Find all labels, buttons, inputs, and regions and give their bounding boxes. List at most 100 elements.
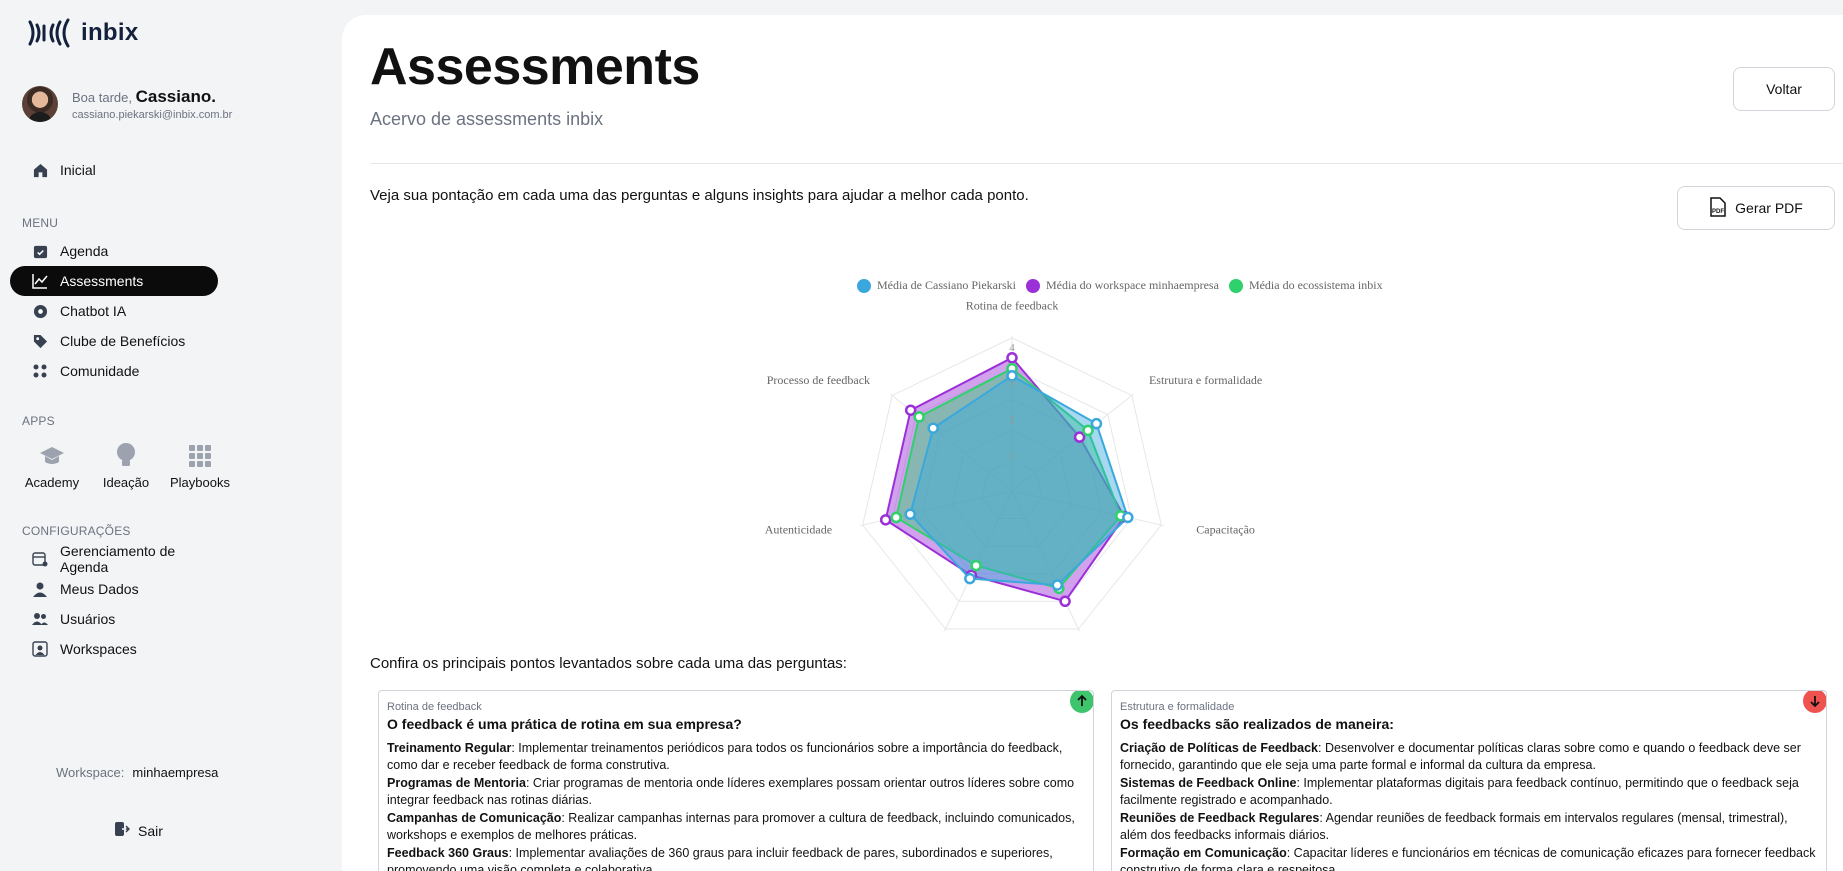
logout-button[interactable]: Sair: [114, 821, 163, 840]
page-title: Assessments: [370, 38, 700, 96]
lightbulb-icon: [113, 443, 139, 469]
menu-section-label: MENU: [22, 216, 59, 230]
card-item: Criação de Políticas de Feedback: Desenv…: [1120, 741, 1801, 772]
sidebar-item-assessments[interactable]: Assessments: [10, 266, 218, 296]
card-item: Campanhas de Comunicação: Realizar campa…: [387, 811, 1075, 842]
main-content: Assessments Acervo de assessments inbix …: [342, 15, 1843, 871]
sidebar-item-inicial[interactable]: Inicial: [10, 155, 218, 185]
radar-point: [1006, 352, 1018, 364]
card-item: Programas de Mentoria: Criar programas d…: [387, 776, 1075, 807]
radar-tick-label: 4: [1009, 342, 1015, 354]
sidebar-item-clube[interactable]: Clube de Benefícios: [10, 326, 218, 356]
points-title: Confira os principais pontos levantados …: [370, 655, 847, 672]
sidebar-item-label: Assessments: [60, 273, 144, 289]
radar-point: [1122, 511, 1134, 524]
insight-card-estrutura: Estrutura e formalidade Os feedbacks são…: [1111, 690, 1827, 871]
pdf-icon: PDF: [1709, 196, 1727, 220]
app-name: inbix: [81, 19, 139, 46]
generate-pdf-label: Gerar PDF: [1735, 200, 1803, 216]
workspace-icon: [32, 641, 48, 657]
sidebar-item-label: Workspaces: [60, 641, 137, 657]
card-item: Feedback 360 Graus: Implementar avaliaçõ…: [387, 846, 1053, 871]
sidebar-item-gerenciamento-agenda[interactable]: Gerenciamento de Agenda: [10, 543, 218, 575]
radar-point: [1082, 424, 1094, 437]
sidebar-item-label: Comunidade: [60, 363, 140, 379]
greeting: Boa tarde, Cassiano.: [72, 87, 216, 106]
radar-point: [904, 404, 917, 416]
sidebar-item-workspaces[interactable]: Workspaces: [10, 634, 218, 664]
user-icon: [32, 581, 48, 597]
radar-category-label: Processo de feedback: [767, 373, 870, 387]
radar-category-label: Capacitação: [1196, 523, 1255, 537]
workspace-label: Workspace:: [56, 765, 125, 780]
trend-up-icon: [1070, 691, 1093, 713]
app-playbooks[interactable]: Playbooks: [170, 443, 230, 490]
app-label: Academy: [24, 475, 80, 490]
logo-mark-icon: [28, 18, 70, 48]
sidebar-item-label: Gerenciamento de Agenda: [60, 543, 176, 575]
sidebar-item-label: Usuários: [60, 611, 116, 627]
avatar: [22, 86, 58, 122]
sidebar-item-label: Clube de Benefícios: [60, 333, 186, 349]
grid-icon: [187, 443, 213, 469]
card-question: O feedback é uma prática de rotina em su…: [387, 716, 742, 732]
radar-point: [1051, 579, 1064, 591]
radar-tick-label: 2: [1009, 414, 1015, 426]
user-email: cassiano.piekarski@inbix.com.br: [72, 109, 233, 121]
radar-point: [890, 511, 902, 524]
card-question: Os feedbacks são realizados de maneira:: [1120, 716, 1394, 732]
apps-section-label: APPS: [22, 414, 55, 428]
workspace-value: minhaempresa: [132, 765, 219, 780]
user-profile[interactable]: Boa tarde, Cassiano. cassiano.piekarski@…: [22, 86, 232, 122]
radar-tick-label: 1: [1009, 450, 1015, 462]
sidebar-item-meus-dados[interactable]: Meus Dados: [10, 574, 218, 604]
community-icon: [32, 363, 48, 379]
app-academy[interactable]: Academy: [22, 443, 82, 490]
radar-chart: 1 2 3 4 Rotina de feedback Estrutura e formal…: [765, 298, 1262, 632]
logout-label: Sair: [138, 822, 163, 839]
card-item: Reuniões de Feedback Regulares: Agendar …: [1120, 811, 1788, 842]
sidebar-item-agenda[interactable]: Agenda: [10, 236, 218, 266]
chat-icon: [32, 303, 48, 319]
app-logo[interactable]: inbix: [27, 18, 139, 48]
radar-point: [964, 572, 976, 585]
radar-point: [913, 411, 925, 423]
app-ideacao[interactable]: Ideação: [96, 443, 156, 490]
sidebar-item-comunidade[interactable]: Comunidade: [10, 356, 218, 386]
radar-point: [879, 514, 892, 526]
radar-tick-label: 3: [1009, 378, 1015, 390]
back-button[interactable]: Voltar: [1733, 67, 1835, 111]
card-item: Sistemas de Feedback Online: Implementar…: [1120, 776, 1799, 807]
sidebar-item-chatbot[interactable]: Chatbot IA: [10, 296, 218, 326]
sidebar: inbix Boa tarde, Cassiano. cassiano.piek…: [0, 0, 342, 871]
app-label: Playbooks: [170, 475, 230, 490]
generate-pdf-button[interactable]: PDF Gerar PDF: [1677, 186, 1835, 230]
sidebar-item-label: Inicial: [60, 162, 96, 178]
logout-icon: [114, 821, 131, 840]
header-divider: [370, 163, 1843, 164]
tag-icon: [32, 333, 48, 349]
chart-line-icon: [32, 273, 48, 289]
insight-card-rotina: Rotina de feedback O feedback é uma prát…: [378, 690, 1094, 871]
radar-point: [1090, 417, 1103, 430]
radar-point: [1073, 431, 1086, 443]
card-item: Treinamento Regular: Implementar treinam…: [387, 741, 1063, 772]
radar-point: [1059, 595, 1071, 608]
sidebar-item-label: Meus Dados: [60, 581, 139, 597]
sidebar-item-label: Agenda: [60, 243, 109, 259]
radar-category-label: Rotina de feedback: [966, 298, 1059, 312]
radar-point: [927, 422, 939, 434]
calendar-settings-icon: [32, 551, 48, 567]
card-category: Rotina de feedback: [387, 701, 482, 713]
sidebar-item-usuarios[interactable]: Usuários: [10, 604, 218, 634]
workspace-indicator: Workspace: minhaempresa: [56, 765, 218, 780]
intro-text: Veja sua pontação em cada uma das pergun…: [370, 187, 1029, 204]
home-icon: [32, 162, 48, 178]
radar-point: [904, 508, 916, 520]
app-label: Ideação: [102, 475, 150, 490]
card-category: Estrutura e formalidade: [1120, 701, 1235, 713]
radar-category-label: Estrutura e formalidade: [1149, 373, 1262, 387]
graduation-cap-icon: [39, 443, 65, 469]
radar-category-label: Autenticidade: [765, 523, 832, 537]
page-subtitle: Acervo de assessments inbix: [370, 109, 604, 129]
